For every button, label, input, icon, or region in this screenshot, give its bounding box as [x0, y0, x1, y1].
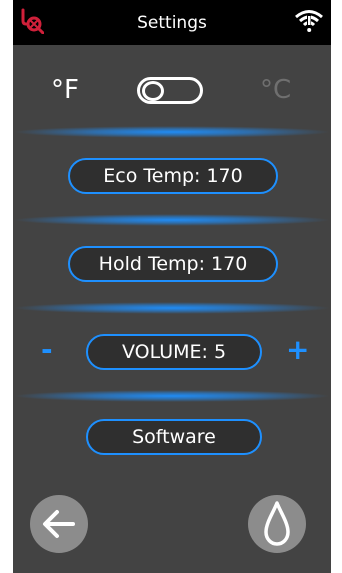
top-bar: Settings [13, 0, 331, 45]
divider [13, 126, 331, 138]
toggle-knob [142, 81, 164, 101]
software-button[interactable]: Software [86, 419, 262, 455]
fahrenheit-label[interactable]: °F [51, 75, 79, 105]
unit-toggle[interactable] [137, 77, 203, 104]
divider [13, 214, 331, 226]
divider [13, 302, 331, 314]
celsius-label[interactable]: °C [260, 75, 291, 105]
eco-temp-button[interactable]: Eco Temp: 170 [68, 158, 278, 194]
settings-screen: Settings °F °C Eco Temp: 170 Hold Temp: … [13, 0, 331, 573]
volume-increase-button[interactable]: + [286, 336, 309, 364]
temperature-unit-row: °F °C [13, 65, 331, 121]
page-title: Settings [137, 13, 207, 33]
divider [13, 390, 331, 402]
volume-decrease-button[interactable]: - [41, 336, 53, 364]
volume-display[interactable]: VOLUME: 5 [86, 334, 262, 370]
hold-temp-button[interactable]: Hold Temp: 170 [68, 246, 278, 282]
wifi-alert-icon [295, 10, 323, 32]
flame-icon [264, 501, 290, 546]
arrow-left-icon [43, 510, 75, 538]
back-button[interactable] [30, 495, 88, 553]
flame-button[interactable] [248, 495, 306, 553]
